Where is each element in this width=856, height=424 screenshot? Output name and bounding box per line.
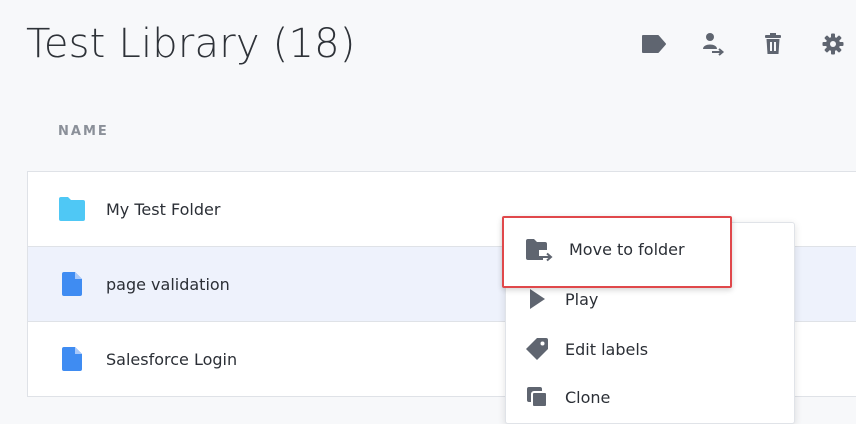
page-title: Test Library (18) <box>26 21 356 67</box>
folder-icon <box>58 196 86 222</box>
folder-move-icon <box>525 238 553 264</box>
play-icon <box>524 287 550 311</box>
move-user-icon[interactable] <box>699 30 727 58</box>
clone-icon <box>524 385 550 409</box>
label-icon[interactable] <box>640 30 668 58</box>
column-header-name[interactable]: NAME <box>58 124 109 139</box>
menu-item-label: Clone <box>565 387 611 407</box>
row-label: Salesforce Login <box>106 349 238 369</box>
menu-item-label: Edit labels <box>565 339 649 359</box>
menu-item-label: Move to folder <box>569 240 685 259</box>
menu-item-edit-labels[interactable]: Edit labels <box>506 325 794 373</box>
gear-icon[interactable] <box>819 30 847 58</box>
file-icon <box>61 271 89 297</box>
menu-item-move-to-folder[interactable]: Move to folder <box>502 216 732 288</box>
menu-item-label: Play <box>565 289 599 309</box>
trash-icon[interactable] <box>759 30 787 58</box>
row-label: page validation <box>106 274 230 294</box>
row-label: My Test Folder <box>106 199 221 219</box>
tag-icon <box>524 337 550 361</box>
file-icon <box>61 346 89 372</box>
menu-item-clone[interactable]: Clone <box>506 373 794 421</box>
